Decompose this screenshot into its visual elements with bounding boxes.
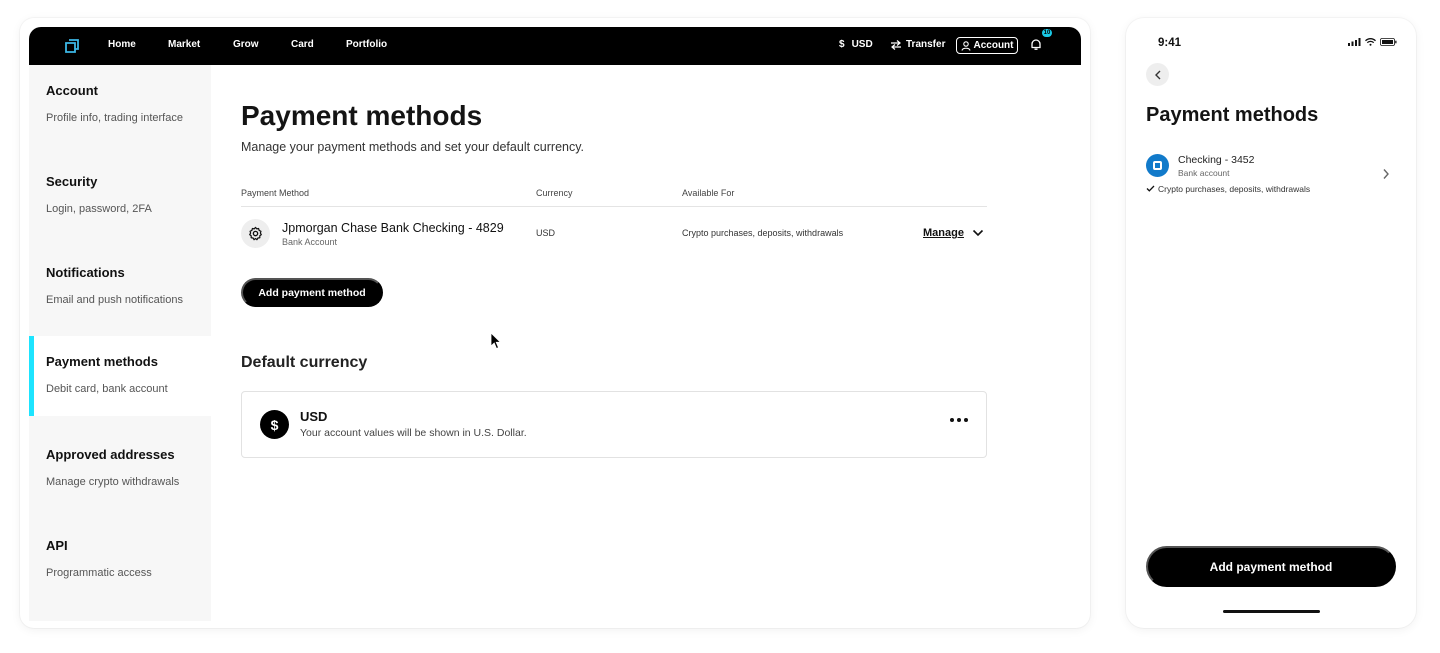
sidebar-item-title: Notifications [46, 265, 125, 280]
transfer-label: Transfer [906, 39, 946, 50]
sidebar-item-subtitle: Profile info, trading interface [46, 112, 183, 124]
sidebar-item-subtitle: Login, password, 2FA [46, 203, 152, 215]
bell-icon[interactable] [1030, 38, 1042, 51]
nav-home[interactable]: Home [108, 39, 136, 50]
top-navigation: Home Market Grow Card Portfolio $ USD Tr… [29, 27, 1081, 65]
page-title: Payment methods [241, 100, 483, 131]
sidebar-item-title: Account [46, 83, 98, 98]
notification-badge: 10 [1042, 29, 1052, 37]
table-divider [241, 206, 987, 207]
currency-selector[interactable]: $ USD [839, 39, 873, 50]
back-button[interactable] [1146, 63, 1169, 86]
checkmark-icon [1146, 185, 1155, 192]
account-label: Account [973, 40, 1014, 51]
add-payment-method-button[interactable]: Add payment method [241, 278, 383, 307]
currency-code: USD [300, 409, 328, 424]
sidebar-item-subtitle: Debit card, bank account [46, 383, 168, 395]
nav-portfolio[interactable]: Portfolio [346, 39, 387, 50]
account-button[interactable]: Account [956, 37, 1018, 54]
sidebar-item-title: API [46, 538, 68, 553]
more-options-icon[interactable] [950, 418, 968, 422]
sidebar-item-notifications[interactable]: Notifications Email and push notificatio… [29, 247, 211, 327]
currency-label: USD [851, 39, 873, 50]
nav-market[interactable]: Market [168, 39, 200, 50]
chevron-left-icon [1154, 70, 1160, 79]
column-header-currency: Currency [536, 188, 573, 198]
home-indicator [1223, 610, 1320, 613]
sidebar-item-security[interactable]: Security Login, password, 2FA [29, 156, 211, 236]
mobile-available-for-text: Crypto purchases, deposits, withdrawals [1158, 184, 1311, 194]
sidebar-item-subtitle: Email and push notifications [46, 294, 183, 306]
transfer-button[interactable]: Transfer [890, 39, 945, 50]
payment-method-name: Jpmorgan Chase Bank Checking - 4829 [282, 221, 504, 235]
mobile-account-type: Bank account [1178, 168, 1230, 178]
chevron-down-icon[interactable] [972, 228, 984, 238]
mouse-cursor-icon [490, 332, 502, 350]
user-icon [960, 40, 971, 51]
nav-card[interactable]: Card [291, 39, 314, 50]
column-header-payment-method: Payment Method [241, 188, 310, 198]
payment-method-currency: USD [536, 228, 556, 238]
payment-method-type: Bank Account [282, 237, 338, 247]
mobile-account-name: Checking - 3452 [1178, 154, 1255, 166]
sidebar-item-approved-addresses[interactable]: Approved addresses Manage crypto withdra… [29, 429, 211, 509]
mobile-add-payment-method-button[interactable]: Add payment method [1146, 546, 1396, 587]
sidebar-item-subtitle: Manage crypto withdrawals [46, 476, 180, 488]
mobile-page-title: Payment methods [1146, 104, 1319, 126]
sidebar-item-payment-methods[interactable]: Payment methods Debit card, bank account [29, 336, 211, 416]
settings-sidebar: Account Profile info, trading interface … [29, 65, 211, 621]
page-subtitle: Manage your payment methods and set your… [241, 140, 585, 154]
sidebar-item-subtitle: Programmatic access [46, 567, 152, 579]
manage-link[interactable]: Manage [923, 227, 964, 239]
sidebar-item-title: Approved addresses [46, 447, 175, 462]
column-header-available-for: Available For [682, 188, 735, 198]
mobile-available-for: Crypto purchases, deposits, withdrawals [1146, 184, 1310, 194]
nav-grow[interactable]: Grow [233, 39, 259, 50]
sidebar-item-title: Payment methods [46, 354, 158, 369]
transfer-arrows-icon [891, 39, 901, 50]
mobile-screen: 9:41 Payment methods Checking - 3452 Ban… [1126, 18, 1416, 628]
currency-description: Your account values will be shown in U.S… [300, 427, 527, 439]
default-currency-card: $ USD Your account values will be shown … [241, 391, 987, 458]
bank-logo-icon [1146, 154, 1169, 177]
logo-icon[interactable] [63, 37, 81, 55]
dollar-icon: $ [260, 410, 289, 439]
signal-icon [1348, 38, 1361, 46]
battery-icon [1380, 38, 1397, 46]
status-bar-time: 9:41 [1158, 37, 1182, 49]
sidebar-item-account[interactable]: Account Profile info, trading interface [29, 65, 211, 145]
wifi-icon [1365, 38, 1376, 46]
sidebar-item-api[interactable]: API Programmatic access [29, 520, 211, 600]
chevron-right-icon [1383, 169, 1389, 179]
default-currency-heading: Default currency [241, 354, 368, 371]
status-bar-icons [1348, 38, 1397, 46]
sidebar-item-title: Security [46, 174, 98, 189]
desktop-window: Home Market Grow Card Portfolio $ USD Tr… [20, 18, 1090, 628]
dollar-icon: $ [839, 39, 845, 50]
bank-account-icon [241, 219, 270, 248]
gear-icon [249, 226, 262, 241]
payment-method-available-for: Crypto purchases, deposits, withdrawals [682, 228, 844, 238]
